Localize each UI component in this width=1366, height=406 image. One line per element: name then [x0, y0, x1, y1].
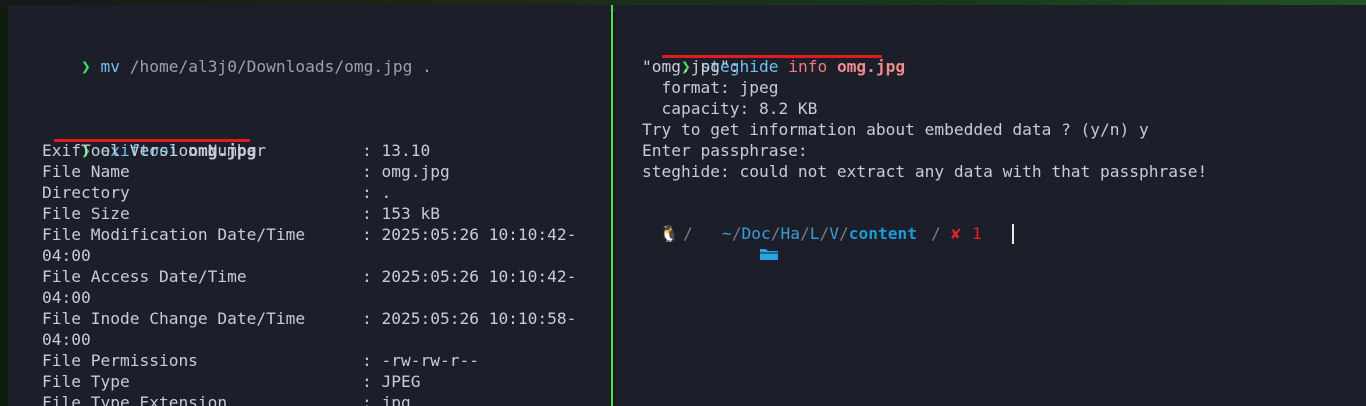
output-line: capacity: 8.2 KB [642, 99, 818, 118]
exif-key: File Type Extension [42, 393, 228, 406]
prompt-arrow: ❯ [80, 57, 91, 76]
exif-value: : 2025:05:26 10:10:58- [362, 309, 577, 328]
exit-code: 1 [972, 224, 982, 243]
exif-key: File Inode Change Date/Time [42, 309, 306, 328]
command-name: mv [100, 57, 120, 76]
exif-value: : . [362, 183, 392, 202]
exif-key: File Permissions [42, 351, 198, 370]
prompt-separator: / [931, 224, 941, 243]
exif-value: : omg.jpg [362, 162, 450, 181]
exif-value-continuation: 04:00 [42, 246, 91, 265]
error-icon: ✘ [951, 224, 961, 243]
output-line: Try to get information about embedded da… [642, 120, 1149, 139]
text-cursor[interactable] [1012, 224, 1014, 244]
command-line-mv: ❯ mv /home/al3j0/Downloads/omg.jpg . [42, 35, 432, 98]
command-subcommand: info [788, 57, 828, 76]
exif-value: : 13.10 [362, 141, 431, 160]
exif-value: : 153 kB [362, 204, 440, 223]
exif-value-continuation: 04:00 [42, 288, 91, 307]
exif-value: : 2025:05:26 10:10:42- [362, 267, 577, 286]
command-args: /home/al3j0/Downloads/omg.jpg . [129, 57, 432, 76]
output-line: steghide: could not extract any data wit… [642, 162, 1208, 181]
exif-value: : -rw-rw-r-- [362, 351, 479, 370]
terminal-pane-right[interactable]: ❯ steghide info omg.jpg "omg.jpg": forma… [615, 5, 1366, 406]
exif-value: : 2025:05:26 10:10:42- [362, 225, 577, 244]
exif-value-continuation: 04:00 [42, 330, 91, 349]
prompt-separator: / [683, 224, 693, 243]
exif-value: : jpg [362, 393, 411, 406]
terminal-pane-left[interactable]: ❯ mv /home/al3j0/Downloads/omg.jpg . ❯ e… [8, 5, 610, 406]
current-path: ~/Doc/Ha/L/V/content [722, 224, 917, 243]
exif-key: File Size [42, 204, 130, 223]
linux-icon: 🐧 [659, 224, 680, 243]
command-args: omg.jpg [836, 57, 906, 76]
exif-key: File Access Date/Time [42, 267, 247, 286]
exif-key: ExifTool Version Number [42, 141, 267, 160]
exif-key: Directory [42, 183, 130, 202]
output-line: format: jpeg [642, 78, 779, 97]
exif-value: : JPEG [362, 372, 421, 391]
exif-key: File Modification Date/Time [42, 225, 306, 244]
output-line: Enter passphrase: [642, 141, 808, 160]
pane-divider[interactable] [611, 5, 613, 406]
exif-key: File Name [42, 162, 130, 181]
output-line: "omg.jpg": [642, 57, 740, 76]
exif-key: File Type [42, 372, 130, 391]
